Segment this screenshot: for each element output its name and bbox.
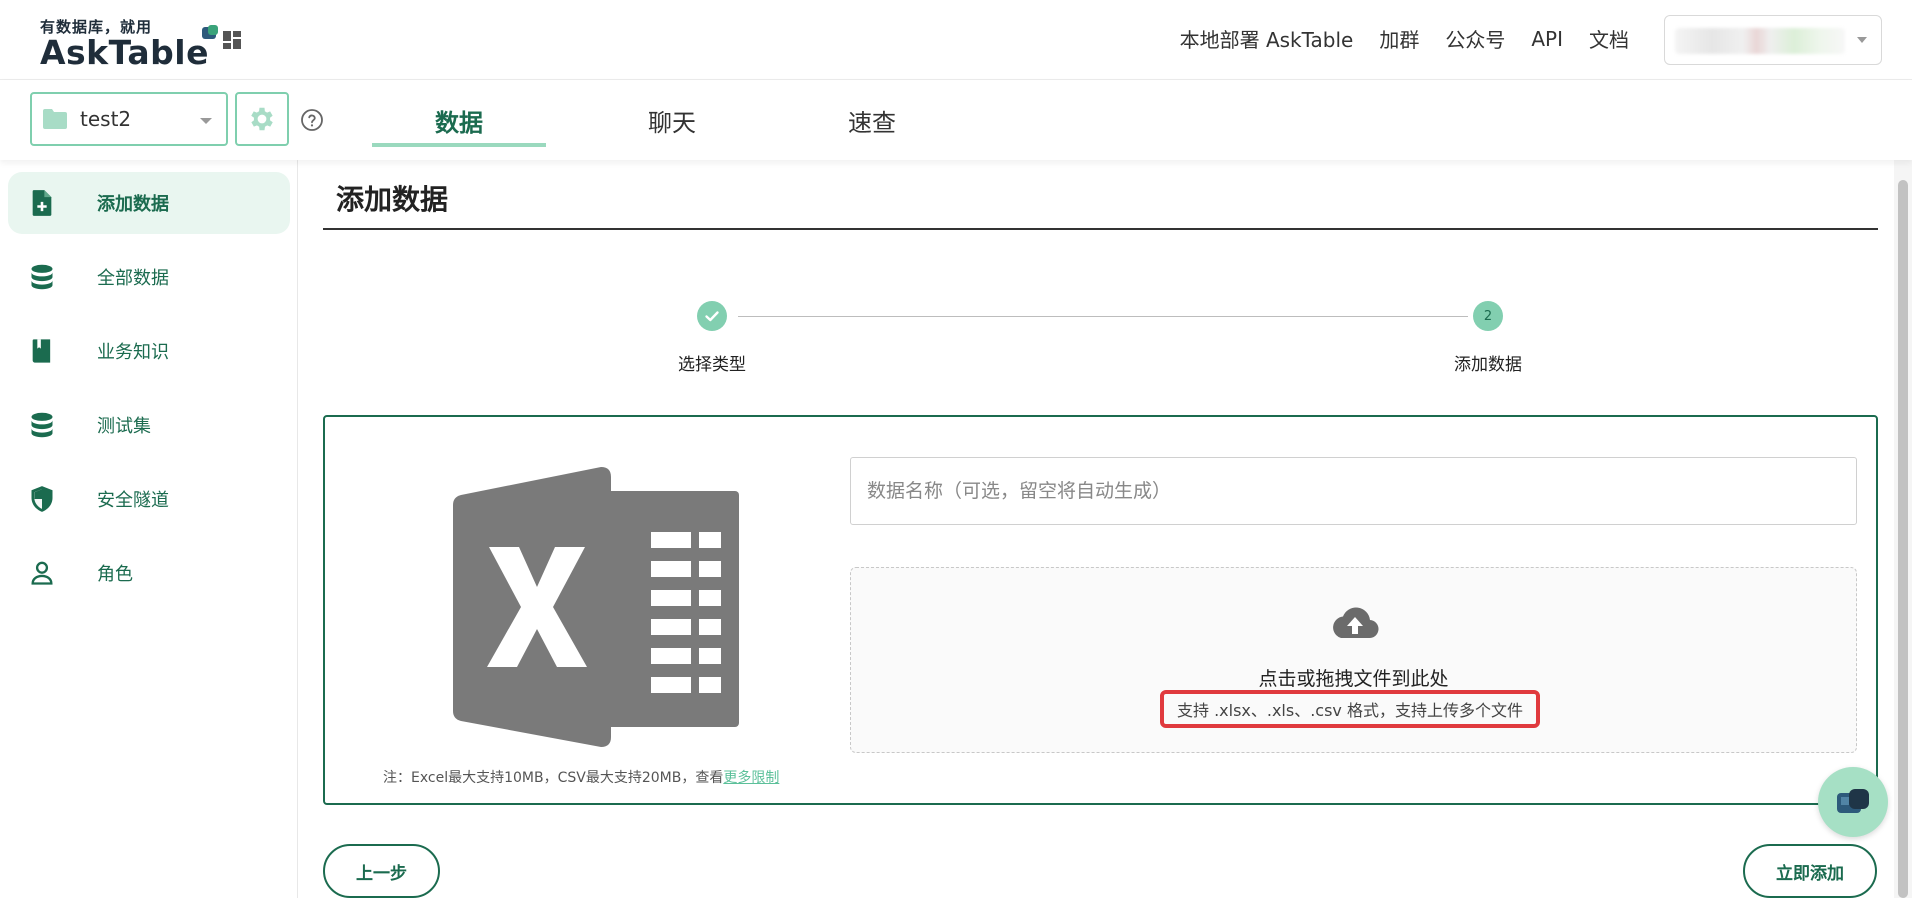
more-limits-link[interactable]: 更多限制 <box>723 770 779 786</box>
user-account-select[interactable] <box>1664 15 1882 65</box>
sidebar-item-label: 测试集 <box>97 416 151 437</box>
note-text: 注：Excel最大支持10MB，CSV最大支持20MB，查看 <box>383 770 724 786</box>
nav-local-deploy[interactable]: 本地部署 AskTable <box>1180 24 1354 53</box>
database-icon <box>31 412 53 438</box>
project-name: test2 <box>80 107 132 131</box>
page-title: 添加数据 <box>336 183 449 216</box>
main-tabs: 数据 聊天 速查 <box>372 80 972 160</box>
excel-file-icon <box>453 467 739 747</box>
project-select[interactable]: test2 <box>30 92 228 146</box>
file-dropzone[interactable]: 点击或拖拽文件到此处 支持 .xlsx、.xls、.csv 格式，支持上传多个文… <box>850 567 1857 753</box>
data-name-input[interactable] <box>850 457 1857 525</box>
gear-icon <box>251 107 273 131</box>
sidebar-item-business-knowledge[interactable]: 业务知识 <box>8 320 290 382</box>
add-now-button[interactable]: 立即添加 <box>1743 844 1877 898</box>
sidebar-item-label: 安全隧道 <box>97 490 169 511</box>
help-icon[interactable] <box>300 108 324 132</box>
logo-mark-icon <box>202 25 218 39</box>
step-1-label: 选择类型 <box>678 355 746 375</box>
assistant-logo-icon <box>1837 789 1869 813</box>
nav-join-group[interactable]: 加群 <box>1379 24 1419 53</box>
main-content: 添加数据 选择类型 2 添加数据 注：Excel最大支持10MB，CSV最大支持… <box>298 160 1894 898</box>
project-bar: test2 数据 聊天 速查 <box>0 80 1912 160</box>
tab-quick-lookup[interactable]: 速查 <box>772 80 972 160</box>
sidebar: 添加数据 全部数据 业务知识 测试集 安全隧道 角色 <box>0 160 298 898</box>
supported-formats-hint: 支持 .xlsx、.xls、.csv 格式，支持上传多个文件 <box>1160 690 1540 728</box>
previous-step-button[interactable]: 上一步 <box>323 844 440 898</box>
logo-name: AskTable <box>40 25 218 69</box>
folder-icon <box>43 109 67 129</box>
step-1-check-icon <box>697 301 727 331</box>
sidebar-item-add-data[interactable]: 添加数据 <box>8 172 290 234</box>
sidebar-item-label: 全部数据 <box>97 268 169 289</box>
sidebar-item-label: 添加数据 <box>97 194 169 215</box>
logo[interactable]: 有数据库，就用 AskTable <box>40 16 218 69</box>
book-icon <box>32 339 51 363</box>
scrollbar-thumb[interactable] <box>1898 180 1908 898</box>
nav-api[interactable]: API <box>1531 27 1563 51</box>
sidebar-item-secure-tunnel[interactable]: 安全隧道 <box>8 468 290 530</box>
sidebar-item-label: 角色 <box>97 564 133 585</box>
file-add-icon <box>32 190 52 216</box>
tab-data[interactable]: 数据 <box>372 80 546 160</box>
step-2-number: 2 <box>1473 301 1503 331</box>
upload-card: 注：Excel最大支持10MB，CSV最大支持20MB，查看更多限制 点击或拖拽… <box>323 415 1878 805</box>
title-divider <box>323 228 1878 230</box>
database-icon <box>31 264 53 290</box>
project-settings-button[interactable] <box>235 92 289 146</box>
sidebar-item-label: 业务知识 <box>97 342 169 363</box>
top-nav: 本地部署 AskTable 加群 公众号 API 文档 <box>1180 24 1629 53</box>
sidebar-item-test-set[interactable]: 测试集 <box>8 394 290 456</box>
sidebar-item-roles[interactable]: 角色 <box>8 542 290 604</box>
nav-docs[interactable]: 文档 <box>1589 24 1629 53</box>
upload-limit-note: 注：Excel最大支持10MB，CSV最大支持20MB，查看更多限制 <box>383 767 779 787</box>
dashboard-grid-icon[interactable] <box>222 30 242 50</box>
chevron-down-icon <box>200 118 212 124</box>
check-icon <box>705 311 719 322</box>
logo-text: AskTable <box>40 33 209 72</box>
assistant-float-button[interactable] <box>1818 767 1888 837</box>
dropzone-title: 点击或拖拽文件到此处 <box>1258 668 1449 690</box>
step-connector <box>738 316 1468 317</box>
user-avatar-blurred <box>1675 28 1845 54</box>
user-icon <box>31 561 53 585</box>
main-scrollbar[interactable] <box>1894 160 1912 898</box>
nav-wechat-account[interactable]: 公众号 <box>1445 24 1505 53</box>
sidebar-item-all-data[interactable]: 全部数据 <box>8 246 290 308</box>
tab-chat[interactable]: 聊天 <box>572 80 772 160</box>
step-2-label: 添加数据 <box>1454 355 1522 375</box>
cloud-upload-icon <box>1333 607 1379 639</box>
top-bar: 有数据库，就用 AskTable 本地部署 AskTable 加群 公众号 AP… <box>0 0 1912 80</box>
chevron-down-icon <box>1857 37 1867 43</box>
shield-icon <box>31 486 53 512</box>
